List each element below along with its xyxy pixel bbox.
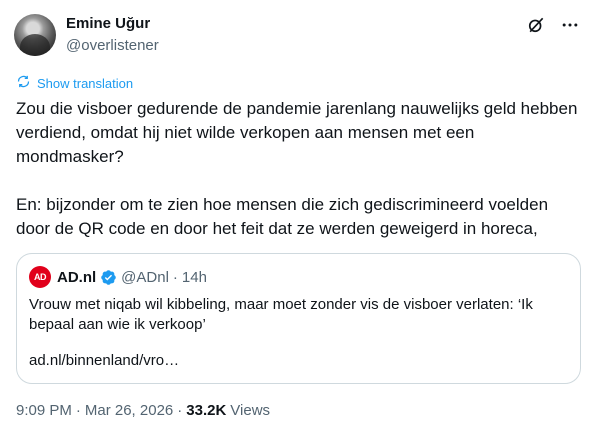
meta-separator: · [177, 402, 183, 419]
tweet-paragraph-2: En: bijzonder om te zien hoe mensen die … [16, 195, 549, 238]
verified-badge-icon [100, 269, 117, 286]
show-translation-link[interactable]: Show translation [16, 74, 133, 92]
quoted-author-handle[interactable]: @ADnl [121, 269, 169, 286]
tweet-time[interactable]: 9:09 PM [16, 402, 72, 419]
tweet-text: Zou die visboer gedurende de pandemie ja… [16, 97, 581, 241]
header-actions [525, 14, 581, 36]
views-label: Views [230, 402, 271, 419]
meta-separator: · [75, 402, 81, 419]
tweet-date[interactable]: Mar 26, 2026 [85, 402, 173, 419]
quoted-tweet-text: Vrouw met niqab wil kibbeling, maar moet… [29, 296, 533, 333]
quoted-separator: · [172, 268, 178, 286]
quoted-author-name[interactable]: AD.nl [57, 269, 96, 286]
quoted-tweet-card[interactable]: AD AD.nl @ADnl · 14h Vrouw met niqab wil… [16, 253, 581, 384]
views-count: 33.2K [186, 402, 227, 419]
author-name[interactable]: Emine Uğur [66, 15, 150, 32]
quoted-tweet-header: AD AD.nl @ADnl · 14h [29, 266, 207, 288]
show-translation-label: Show translation [37, 75, 134, 91]
author-handle[interactable]: @overlistener [66, 37, 159, 54]
quoted-avatar-logo[interactable]: AD [29, 266, 51, 288]
tweet-paragraph-1: Zou die visboer gedurende de pandemie ja… [16, 99, 578, 166]
translate-icon [16, 74, 31, 92]
quoted-timestamp[interactable]: 14h [182, 269, 207, 286]
tweet-meta: 9:09 PM · Mar 26, 2026 · 33.2K Views [16, 402, 270, 419]
more-icon[interactable] [559, 14, 581, 36]
avatar[interactable] [14, 14, 56, 56]
quoted-tweet-link[interactable]: ad.nl/binnenland/vro… [29, 352, 179, 369]
grok-icon[interactable] [525, 14, 547, 36]
